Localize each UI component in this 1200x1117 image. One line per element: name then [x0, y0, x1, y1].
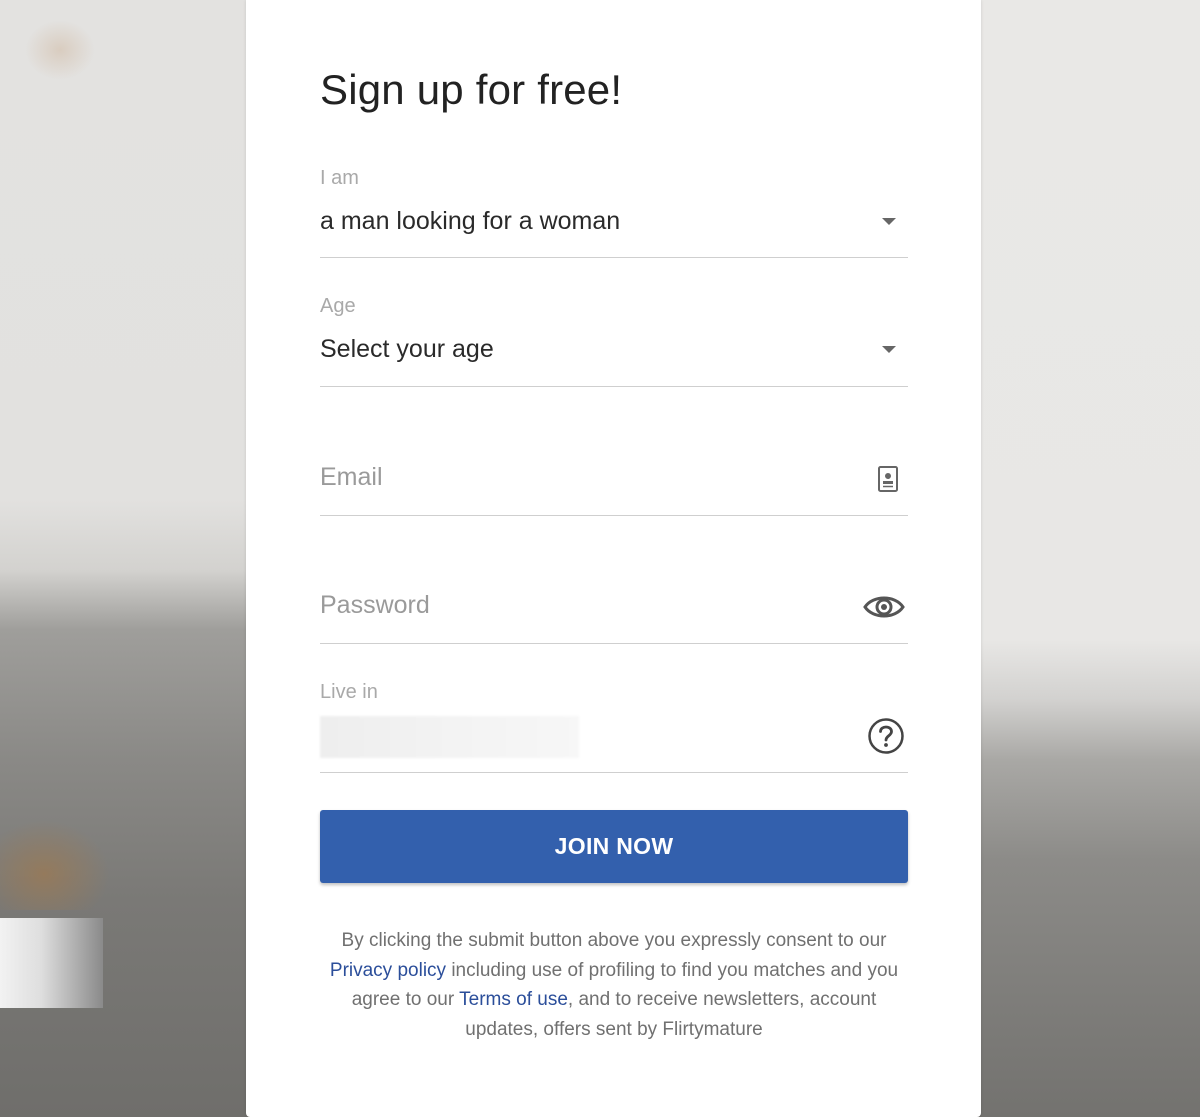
signup-card: Sign up for free! I am a man looking for… — [246, 0, 981, 1117]
help-circle-icon[interactable] — [864, 716, 908, 756]
location-field[interactable]: Live in — [320, 676, 908, 773]
chevron-down-icon — [882, 346, 896, 353]
seeking-select[interactable]: I am a man looking for a woman — [320, 160, 908, 258]
email-field[interactable]: Email — [320, 440, 908, 516]
age-value: Select your age — [320, 335, 494, 363]
contact-card-icon — [868, 462, 908, 496]
background-right — [981, 0, 1200, 1117]
eye-icon[interactable] — [860, 588, 908, 626]
background-blur-object — [25, 20, 95, 80]
privacy-policy-link[interactable]: Privacy policy — [330, 960, 446, 981]
password-placeholder: Password — [320, 591, 430, 619]
seeking-label: I am — [320, 167, 359, 189]
chevron-down-icon — [882, 218, 896, 225]
location-label: Live in — [320, 681, 378, 703]
age-select[interactable]: Age Select your age — [320, 288, 908, 387]
age-label: Age — [320, 295, 356, 317]
background-blur-object — [0, 918, 103, 1008]
location-value-redacted — [320, 716, 579, 758]
password-field[interactable]: Password — [320, 568, 908, 644]
join-now-button[interactable]: JOIN NOW — [320, 810, 908, 883]
email-placeholder: Email — [320, 463, 383, 491]
page-title: Sign up for free! — [320, 66, 623, 113]
seeking-value: a man looking for a woman — [320, 207, 621, 235]
terms-of-use-link[interactable]: Terms of use — [459, 989, 568, 1010]
consent-text: By clicking the submit button above you … — [320, 926, 908, 1044]
background-blur-object — [0, 820, 110, 910]
consent-text-part: By clicking the submit button above you … — [341, 930, 887, 951]
